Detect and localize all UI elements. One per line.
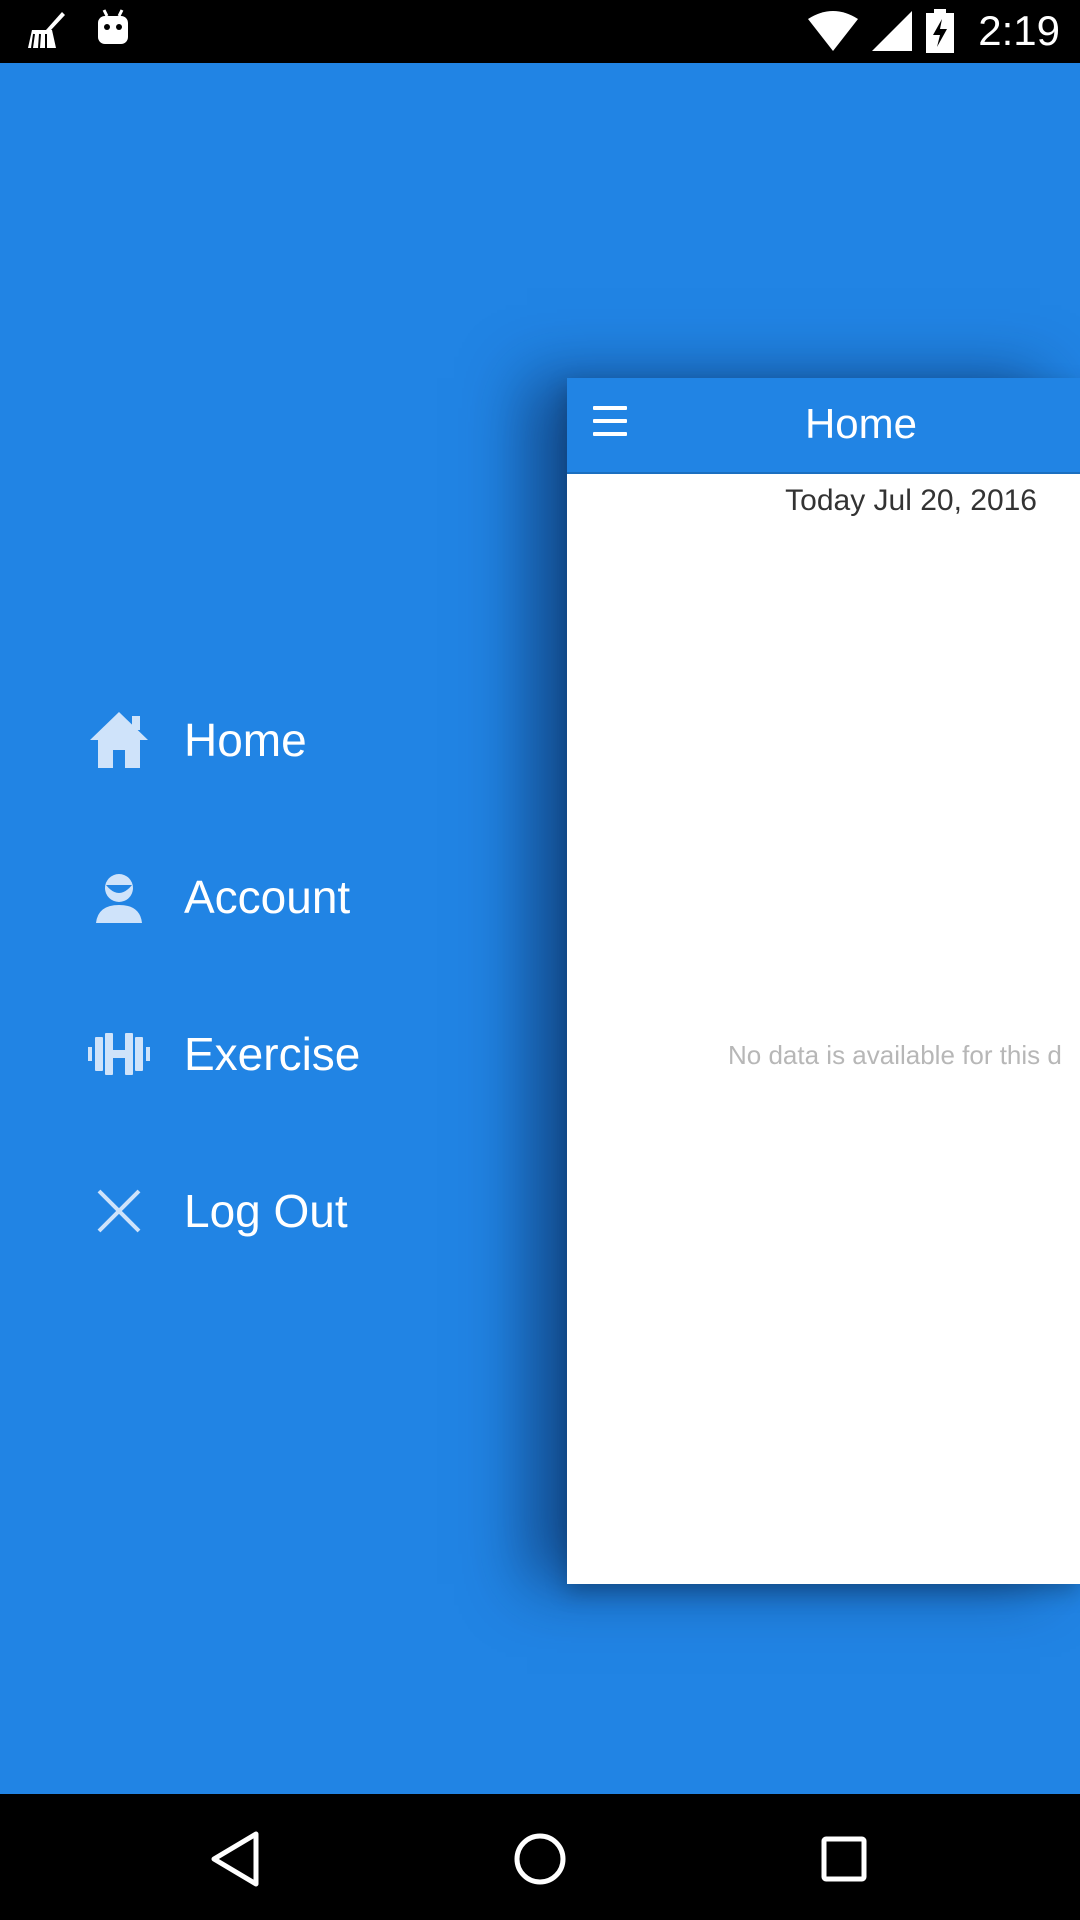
drawer-item-logout[interactable]: Log Out xyxy=(80,1161,500,1261)
signal-icon xyxy=(872,11,913,51)
navigation-bar xyxy=(0,1794,1080,1920)
date-label: Today Jul 20, 2016 xyxy=(785,484,1037,517)
drawer-item-home[interactable]: Home xyxy=(80,690,500,790)
dumbbell-icon xyxy=(80,1015,158,1093)
empty-state-message: No data is available for this d xyxy=(728,1040,1062,1070)
battery-charging-icon xyxy=(926,9,955,53)
home-icon xyxy=(80,701,158,779)
back-icon[interactable] xyxy=(200,1824,270,1894)
content-card: Home Today Jul 20, 2016 No data is avail… xyxy=(567,378,1080,1584)
page-title: Home xyxy=(804,400,918,447)
close-icon xyxy=(80,1172,158,1250)
account-icon xyxy=(80,858,158,936)
android-icon xyxy=(98,9,128,44)
menu-icon[interactable] xyxy=(593,406,627,440)
cleaner-icon xyxy=(28,12,65,49)
recents-icon[interactable] xyxy=(809,1824,879,1894)
drawer-item-account[interactable]: Account xyxy=(80,847,500,947)
status-clock: 2:19 xyxy=(978,7,1060,54)
drawer-item-label: Log Out xyxy=(184,1185,348,1237)
drawer-item-label: Account xyxy=(184,871,351,923)
drawer-item-label: Home xyxy=(184,714,307,766)
drawer-item-exercise[interactable]: Exercise xyxy=(80,1004,500,1104)
home-circle-icon[interactable] xyxy=(505,1824,575,1894)
drawer-item-label: Exercise xyxy=(184,1028,361,1080)
wifi-icon xyxy=(808,11,859,51)
app-bar: Home xyxy=(567,378,1080,474)
status-bar: 2:19 xyxy=(0,0,1080,63)
